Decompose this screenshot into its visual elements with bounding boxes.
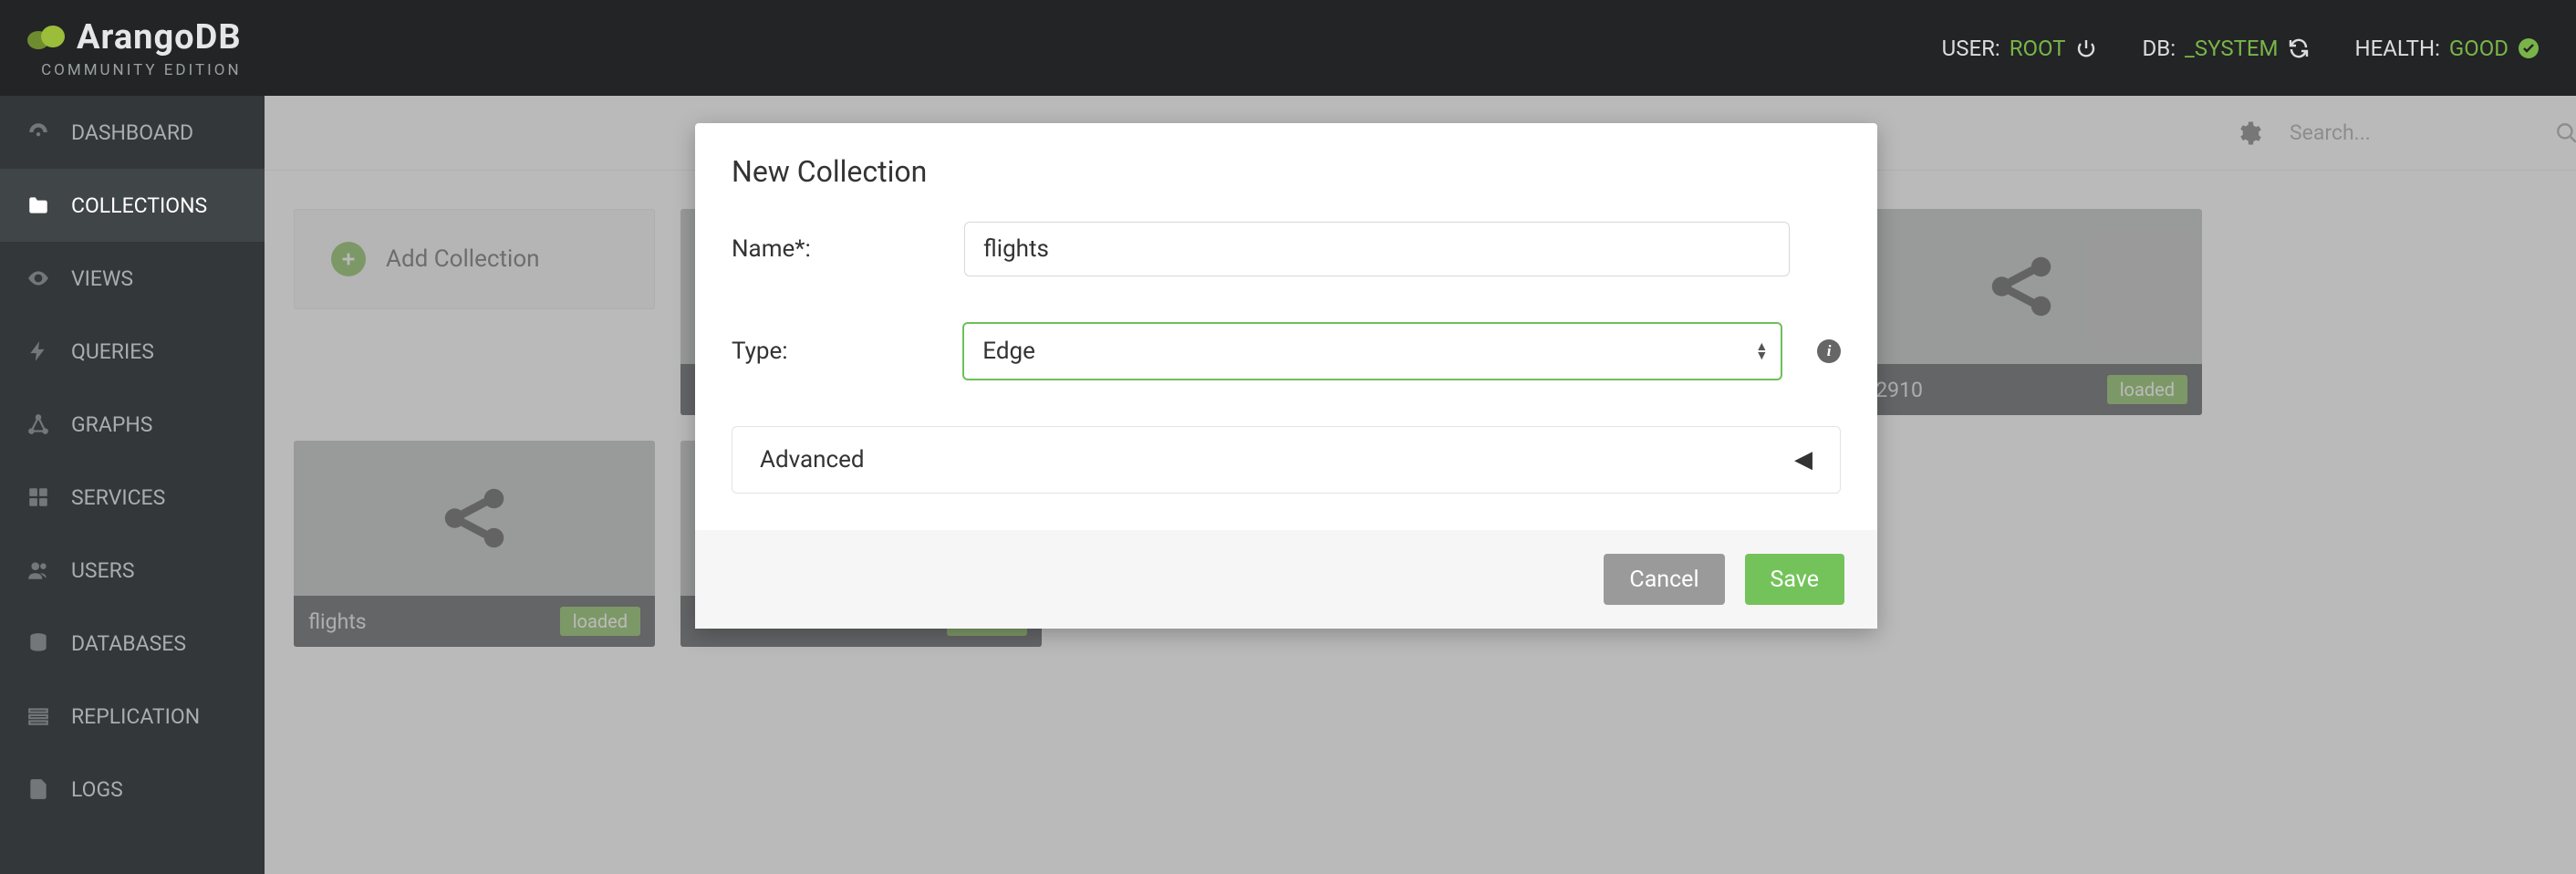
refresh-icon[interactable] bbox=[2288, 37, 2310, 59]
caret-left-icon: ◀ bbox=[1794, 446, 1813, 473]
status-group: USER: ROOT DB: _SYSTEM HEALTH: GOOD bbox=[1942, 36, 2576, 61]
database-icon bbox=[26, 631, 51, 655]
name-input[interactable] bbox=[964, 222, 1790, 276]
sidebar-item-replication[interactable]: REPLICATION bbox=[0, 680, 265, 753]
db-label: DB: bbox=[2143, 36, 2176, 61]
graph-icon bbox=[26, 412, 51, 436]
sidebar-item-label: VIEWS bbox=[71, 266, 133, 291]
topbar: ArangoDB COMMUNITY EDITION USER: ROOT DB… bbox=[0, 0, 2576, 96]
file-icon bbox=[26, 777, 51, 801]
status-user[interactable]: USER: ROOT bbox=[1942, 36, 2097, 61]
health-label: HEALTH: bbox=[2355, 36, 2440, 61]
sidebar-item-label: LOGS bbox=[71, 777, 123, 802]
cancel-button[interactable]: Cancel bbox=[1604, 554, 1724, 605]
sidebar-item-logs[interactable]: LOGS bbox=[0, 753, 265, 826]
brand-logo-icon bbox=[26, 24, 66, 51]
sidebar-item-label: DATABASES bbox=[71, 631, 186, 656]
users-icon bbox=[26, 558, 51, 582]
sidebar-item-users[interactable]: USERS bbox=[0, 534, 265, 607]
sidebar-item-label: REPLICATION bbox=[71, 704, 200, 729]
check-circle-icon bbox=[2518, 37, 2540, 59]
user-label: USER: bbox=[1942, 36, 2000, 61]
brand-edition: COMMUNITY EDITION bbox=[41, 61, 241, 79]
sidebar-item-label: GRAPHS bbox=[71, 412, 152, 437]
sidebar-item-services[interactable]: SERVICES bbox=[0, 461, 265, 534]
sidebar: DASHBOARD COLLECTIONS VIEWS QUERIES GRAP… bbox=[0, 96, 265, 874]
folder-icon bbox=[26, 193, 51, 217]
brand-name: ArangoDB bbox=[77, 17, 242, 57]
eye-icon bbox=[26, 266, 51, 290]
sidebar-item-views[interactable]: VIEWS bbox=[0, 242, 265, 315]
sidebar-item-collections[interactable]: COLLECTIONS bbox=[0, 169, 265, 242]
advanced-label: Advanced bbox=[760, 446, 865, 473]
modal-title: New Collection bbox=[695, 123, 1877, 213]
sidebar-item-label: DASHBOARD bbox=[71, 120, 193, 145]
sidebar-item-label: QUERIES bbox=[71, 339, 154, 364]
bolt-icon bbox=[26, 339, 51, 363]
replication-icon bbox=[26, 704, 51, 728]
sidebar-item-graphs[interactable]: GRAPHS bbox=[0, 388, 265, 461]
sidebar-item-databases[interactable]: DATABASES bbox=[0, 607, 265, 680]
save-button[interactable]: Save bbox=[1745, 554, 1844, 605]
brand-block: ArangoDB COMMUNITY EDITION bbox=[0, 17, 242, 79]
services-icon bbox=[26, 485, 51, 509]
power-icon[interactable] bbox=[2075, 37, 2097, 59]
status-health: HEALTH: GOOD bbox=[2355, 36, 2540, 61]
info-icon[interactable]: i bbox=[1817, 339, 1841, 363]
status-db[interactable]: DB: _SYSTEM bbox=[2143, 36, 2310, 61]
sidebar-item-label: USERS bbox=[71, 558, 134, 583]
sidebar-item-queries[interactable]: QUERIES bbox=[0, 315, 265, 388]
dashboard-icon bbox=[26, 120, 51, 144]
sidebar-item-label: COLLECTIONS bbox=[71, 193, 207, 218]
sidebar-item-dashboard[interactable]: DASHBOARD bbox=[0, 96, 265, 169]
name-label: Name*: bbox=[732, 235, 964, 263]
health-value: GOOD bbox=[2449, 36, 2508, 61]
sidebar-item-label: SERVICES bbox=[71, 485, 165, 510]
db-value: _SYSTEM bbox=[2185, 36, 2278, 61]
type-label: Type: bbox=[732, 338, 962, 365]
user-value: ROOT bbox=[2010, 36, 2066, 61]
type-select[interactable]: Edge bbox=[962, 322, 1782, 380]
advanced-toggle[interactable]: Advanced ◀ bbox=[732, 426, 1841, 494]
new-collection-modal: New Collection Name*: Type: Edge ▲▼ i Ad… bbox=[695, 123, 1877, 629]
